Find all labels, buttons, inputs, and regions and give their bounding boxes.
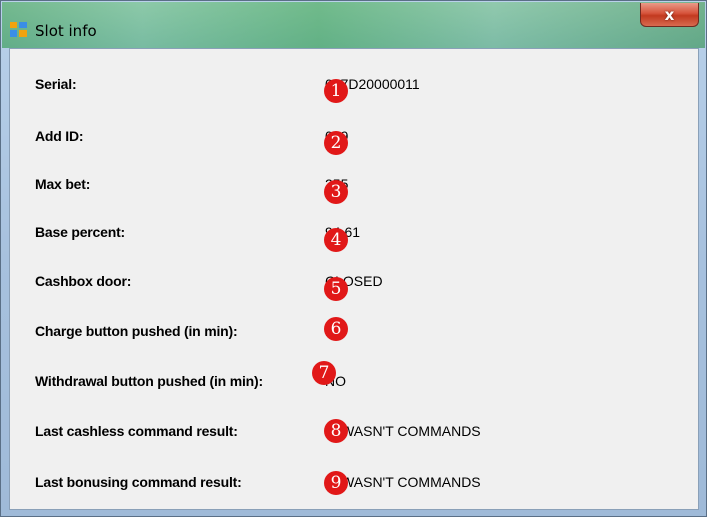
last-cashless-label: Last cashless command result: xyxy=(35,423,238,439)
annotation-badge-6: 6 xyxy=(324,317,348,341)
annotation-badge-7: 7 xyxy=(312,361,336,385)
annotation-badge-1: 1 xyxy=(324,79,348,103)
row-max-bet: Max bet: 255 xyxy=(10,176,698,206)
row-charge-button: Charge button pushed (in min): NO xyxy=(10,323,698,353)
row-base-percent: Base percent: 94.61 xyxy=(10,224,698,254)
row-add-id: Add ID: 099 xyxy=(10,128,698,158)
last-cashless-value: IT WASN'T COMMANDS xyxy=(325,423,481,439)
serial-label: Serial: xyxy=(35,76,77,92)
row-serial: Serial: 067D20000011 xyxy=(10,76,698,106)
add-id-label: Add ID: xyxy=(35,128,84,144)
close-icon: x xyxy=(664,5,675,24)
app-window-icon xyxy=(10,22,27,37)
close-button[interactable]: x xyxy=(640,3,699,27)
row-cashbox-door: Cashbox door: CLOSED xyxy=(10,273,698,303)
window-title: Slot info xyxy=(35,22,97,40)
cashbox-door-label: Cashbox door: xyxy=(35,273,132,289)
annotation-badge-8: 8 xyxy=(324,419,348,443)
withdrawal-button-label: Withdrawal button pushed (in min): xyxy=(35,373,263,389)
row-last-cashless: Last cashless command result: IT WASN'T … xyxy=(10,423,698,453)
base-percent-label: Base percent: xyxy=(35,224,125,240)
row-withdrawal-button: Withdrawal button pushed (in min): NO xyxy=(10,373,698,403)
annotation-badge-5: 5 xyxy=(324,277,348,301)
max-bet-label: Max bet: xyxy=(35,176,91,192)
title-bar[interactable]: Slot info x xyxy=(2,2,705,48)
last-bonusing-value: IT WASN'T COMMANDS xyxy=(325,474,481,490)
last-bonusing-label: Last bonusing command result: xyxy=(35,474,242,490)
annotation-badge-9: 9 xyxy=(324,471,348,495)
annotation-badge-3: 3 xyxy=(324,180,348,204)
slot-info-panel: Serial: 067D20000011 Add ID: 099 Max bet… xyxy=(9,48,699,510)
row-last-bonusing: Last bonusing command result: IT WASN'T … xyxy=(10,474,698,504)
charge-button-label: Charge button pushed (in min): xyxy=(35,323,238,339)
slot-info-window: Slot info x Serial: 067D20000011 Add ID:… xyxy=(0,0,707,517)
annotation-badge-2: 2 xyxy=(324,131,348,155)
annotation-badge-4: 4 xyxy=(324,228,348,252)
